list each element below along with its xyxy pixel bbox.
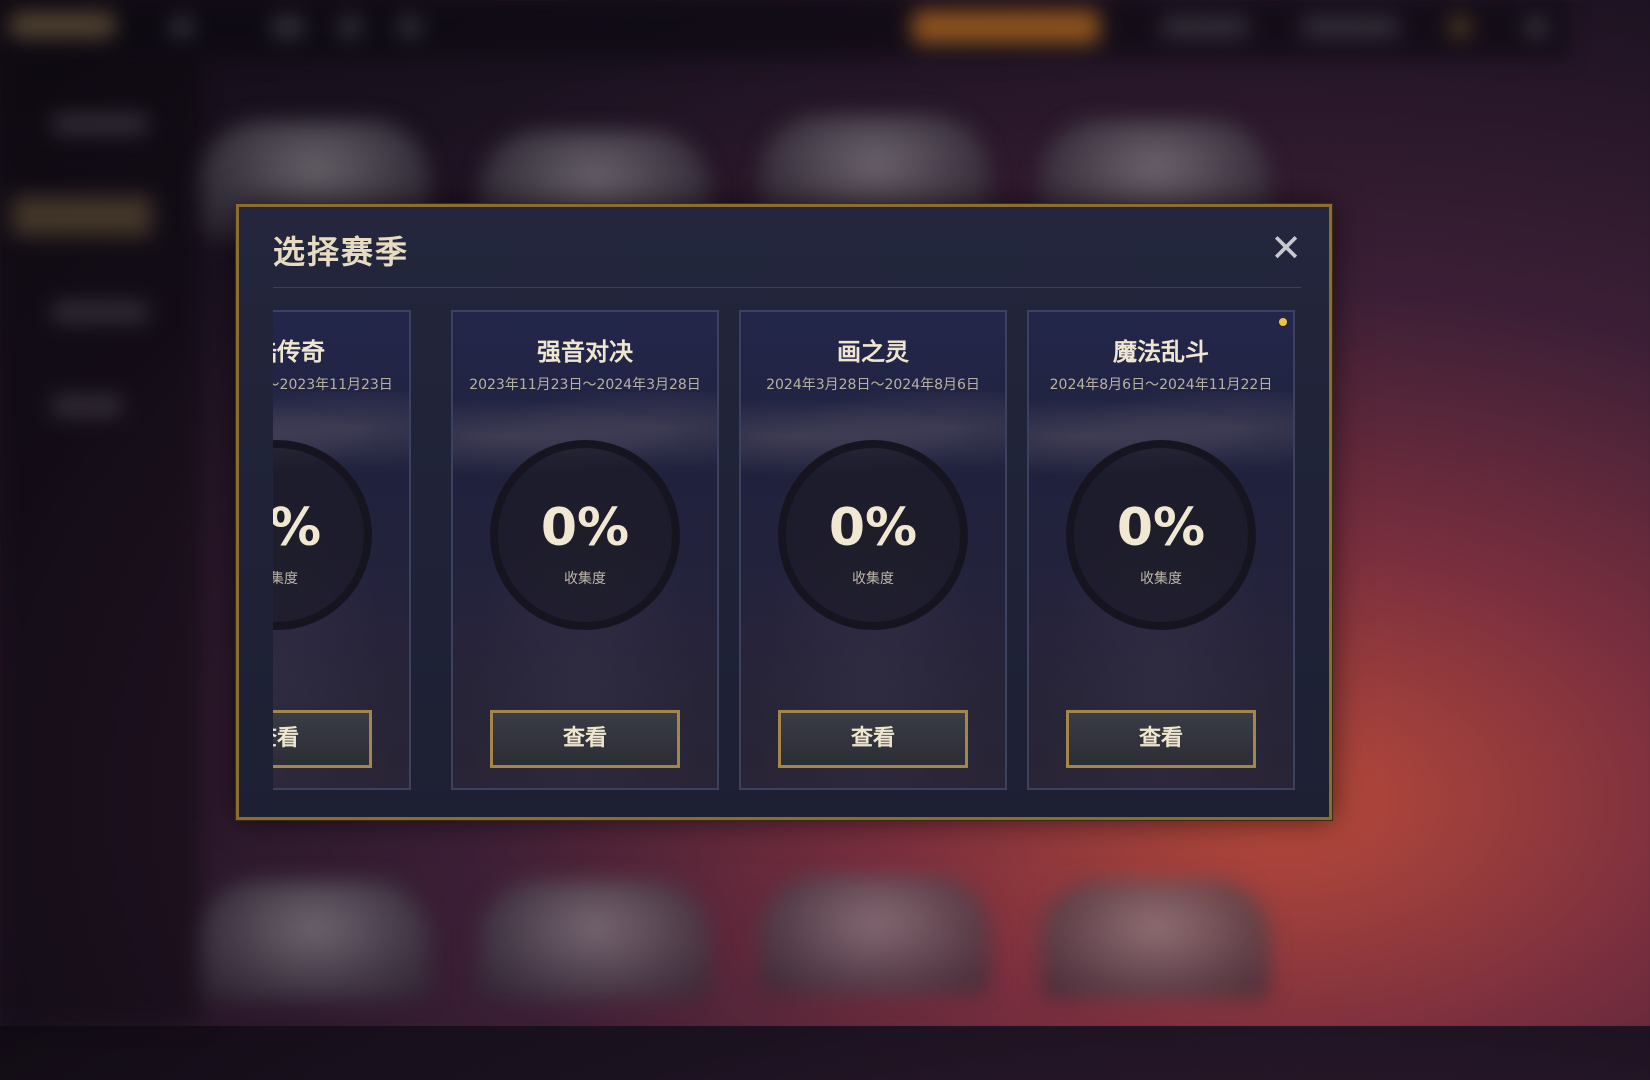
collection-label: 收集度 [564,571,606,587]
nav-icon [270,16,306,38]
currency-pill [1300,16,1400,38]
dialog-title: 选择赛季 [273,233,410,271]
background-card [760,875,990,995]
season-dates: 2024年3月28日～2024年8月6日 [766,377,980,393]
season-card-dalu[interactable]: 大陆传奇 2023年8月10日～2023年11月23日 0% 收集度 查看 [273,310,411,790]
collection-percent: 0% [540,498,630,558]
collection-progress-ring: 0% 收集度 [778,440,968,630]
view-button[interactable]: 查看 [778,710,968,768]
sidebar-item [52,302,148,322]
collection-progress-ring: 0% 收集度 [490,440,680,630]
season-select-dialog: 选择赛季 ✕ 大陆传奇 2023年8月10日～2023年11月23日 0% 收集… [235,203,1333,821]
view-button[interactable]: 查看 [1066,710,1256,768]
game-logo [10,12,115,38]
collection-percent: 0% [1116,498,1206,558]
season-name: 大陆传奇 [273,338,325,366]
season-carousel[interactable]: 大陆传奇 2023年8月10日～2023年11月23日 0% 收集度 查看 强音… [273,310,1301,794]
collection-label: 收集度 [852,571,894,587]
new-indicator-dot [1279,318,1287,326]
currency-pill [1160,16,1250,38]
season-name: 画之灵 [837,338,909,366]
season-dates: 2023年8月10日～2023年11月23日 [273,377,393,393]
season-card-mofa[interactable]: 魔法乱斗 2024年8月6日～2024年11月22日 0% 收集度 查看 [1027,310,1295,790]
season-card-qiangyin[interactable]: 强音对决 2023年11月23日～2024年3月28日 0% 收集度 查看 [451,310,719,790]
collection-label: 收集度 [273,571,298,587]
sidebar-item-active [12,196,152,236]
nav-icon [170,16,194,38]
sidebar-item [52,114,148,134]
season-dates: 2024年8月6日～2024年11月22日 [1049,377,1273,393]
view-button[interactable]: 查看 [273,710,372,768]
close-icon[interactable]: ✕ [1269,229,1303,267]
season-dates: 2023年11月23日～2024年3月28日 [469,377,701,393]
view-button[interactable]: 查看 [490,710,680,768]
background-card [200,880,430,1000]
background-card [480,880,710,1000]
collection-progress-ring: 0% 收集度 [1066,440,1256,630]
season-name: 魔法乱斗 [1113,338,1209,366]
sidebar-item [52,396,122,416]
collection-percent: 0% [273,498,322,558]
top-promo-button [912,10,1100,44]
season-card-huazhiling[interactable]: 画之灵 2024年3月28日～2024年8月6日 0% 收集度 查看 [739,310,1007,790]
season-name: 强音对决 [537,338,633,366]
title-divider [273,287,1301,288]
collection-label: 收集度 [1140,571,1182,587]
nav-icon [398,16,422,38]
menu-icon [1524,16,1548,38]
profile-icon [1448,16,1472,38]
nav-icon [338,16,362,38]
background-card [1040,880,1270,1000]
collection-percent: 0% [828,498,918,558]
